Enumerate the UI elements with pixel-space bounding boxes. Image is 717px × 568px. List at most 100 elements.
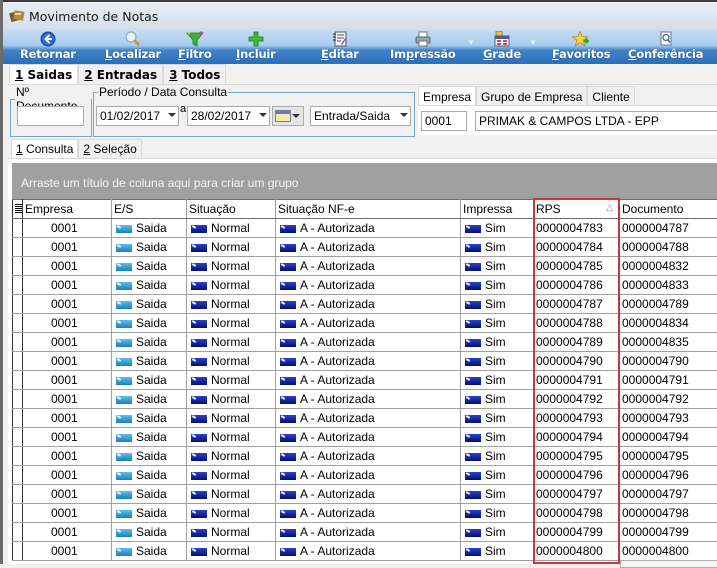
cell-situacao[interactable]: Normal <box>187 314 276 333</box>
cell-impressa[interactable]: Sim <box>461 314 534 333</box>
cell-empresa[interactable]: 0001 <box>23 542 112 561</box>
cell-situacao-nfe[interactable]: A - Autorizada <box>276 333 461 352</box>
cell-situacao-nfe[interactable]: A - Autorizada <box>276 314 461 333</box>
row-indicator[interactable] <box>13 466 23 485</box>
cell-empresa[interactable]: 0001 <box>23 257 112 276</box>
cell-situacao[interactable]: Normal <box>187 371 276 390</box>
more-toolbar-button[interactable]: I <box>713 30 717 64</box>
empresa-code-input[interactable] <box>421 111 467 131</box>
cell-impressa[interactable]: Sim <box>461 542 534 561</box>
favoritos-button[interactable]: Favoritos <box>552 30 610 64</box>
cell-documento[interactable]: 0000004789 <box>620 295 717 314</box>
cell-es[interactable]: Saida <box>112 447 187 466</box>
row-indicator[interactable] <box>13 504 23 523</box>
cell-impressa[interactable]: Sim <box>461 295 534 314</box>
grade-button[interactable]: Grade <box>483 30 521 64</box>
cell-rps[interactable]: 0000004796 <box>534 466 620 485</box>
cell-impressa[interactable]: Sim <box>461 390 534 409</box>
row-indicator[interactable] <box>13 333 23 352</box>
cell-empresa[interactable]: 0001 <box>23 390 112 409</box>
table-row[interactable]: 0001SaidaNormalA - AutorizadaSim00000047… <box>13 447 717 466</box>
column-header-impressa[interactable]: Impressa <box>461 200 534 219</box>
cell-empresa[interactable]: 0001 <box>23 409 112 428</box>
cell-empresa[interactable]: 0001 <box>23 219 112 238</box>
cell-empresa[interactable]: 0001 <box>23 276 112 295</box>
cell-empresa[interactable]: 0001 <box>23 428 112 447</box>
cell-documento[interactable]: 0000004793 <box>620 409 717 428</box>
cell-situacao[interactable]: Normal <box>187 409 276 428</box>
cell-documento[interactable]: 0000004834 <box>620 314 717 333</box>
column-header-rps[interactable]: RPS△ <box>534 200 620 219</box>
cell-impressa[interactable]: Sim <box>461 466 534 485</box>
row-indicator[interactable] <box>13 314 23 333</box>
column-header-situacao[interactable]: Situação <box>187 200 276 219</box>
cell-empresa[interactable]: 0001 <box>23 466 112 485</box>
cell-situacao-nfe[interactable]: A - Autorizada <box>276 466 461 485</box>
cell-impressa[interactable]: Sim <box>461 238 534 257</box>
cell-situacao-nfe[interactable]: A - Autorizada <box>276 371 461 390</box>
cell-documento[interactable]: 0000004798 <box>620 504 717 523</box>
tipo-select[interactable]: Entrada/Saida <box>310 106 411 126</box>
column-header-empresa[interactable]: Empresa <box>23 200 112 219</box>
cell-situacao[interactable]: Normal <box>187 504 276 523</box>
cell-rps[interactable]: 0000004800 <box>534 542 620 561</box>
row-indicator[interactable] <box>13 447 23 466</box>
tab-cliente[interactable]: Cliente <box>587 86 634 106</box>
cell-rps[interactable]: 0000004786 <box>534 276 620 295</box>
cell-rps[interactable]: 0000004787 <box>534 295 620 314</box>
tab-saidas[interactable]: 1 Saidas <box>9 64 78 84</box>
table-row[interactable]: 0001SaidaNormalA - AutorizadaSim00000047… <box>13 276 717 295</box>
row-indicator[interactable] <box>13 276 23 295</box>
cell-empresa[interactable]: 0001 <box>23 295 112 314</box>
cell-situacao-nfe[interactable]: A - Autorizada <box>276 276 461 295</box>
cell-es[interactable]: Saida <box>112 238 187 257</box>
table-row[interactable]: 0001SaidaNormalA - AutorizadaSim00000047… <box>13 352 717 371</box>
table-row[interactable]: 0001SaidaNormalA - AutorizadaSim00000047… <box>13 295 717 314</box>
cell-documento[interactable]: 0000004787 <box>620 219 717 238</box>
editar-button[interactable]: Editar <box>321 30 359 64</box>
table-row[interactable]: 0001SaidaNormalA - AutorizadaSim00000047… <box>13 238 717 257</box>
cell-documento[interactable]: 0000004832 <box>620 257 717 276</box>
cell-situacao-nfe[interactable]: A - Autorizada <box>276 390 461 409</box>
table-row[interactable]: 0001SaidaNormalA - AutorizadaSim00000047… <box>13 333 717 352</box>
tab-todos[interactable]: 3 Todos <box>163 64 226 84</box>
cell-documento[interactable]: 0000004800 <box>620 542 717 561</box>
cell-documento[interactable]: 0000004790 <box>620 352 717 371</box>
row-indicator[interactable] <box>13 219 23 238</box>
cell-empresa[interactable]: 0001 <box>23 523 112 542</box>
cell-situacao[interactable]: Normal <box>187 276 276 295</box>
cell-rps[interactable]: 0000004792 <box>534 390 620 409</box>
cell-es[interactable]: Saida <box>112 485 187 504</box>
cell-situacao-nfe[interactable]: A - Autorizada <box>276 352 461 371</box>
date-to-picker[interactable]: 28/02/2017 <box>187 106 270 126</box>
column-header-situacao-nfe[interactable]: Situação NF-e <box>276 200 461 219</box>
cell-situacao-nfe[interactable]: A - Autorizada <box>276 428 461 447</box>
cell-situacao-nfe[interactable]: A - Autorizada <box>276 409 461 428</box>
cell-rps[interactable]: 0000004790 <box>534 352 620 371</box>
calendar-button[interactable] <box>272 106 304 126</box>
row-indicator[interactable] <box>13 295 23 314</box>
cell-situacao-nfe[interactable]: A - Autorizada <box>276 485 461 504</box>
cell-es[interactable]: Saida <box>112 466 187 485</box>
table-row[interactable]: 0001SaidaNormalA - AutorizadaSim00000047… <box>13 257 717 276</box>
cell-situacao[interactable]: Normal <box>187 428 276 447</box>
cell-rps[interactable]: 0000004789 <box>534 333 620 352</box>
cell-situacao[interactable]: Normal <box>187 238 276 257</box>
cell-empresa[interactable]: 0001 <box>23 485 112 504</box>
cell-situacao[interactable]: Normal <box>187 295 276 314</box>
row-indicator[interactable] <box>13 390 23 409</box>
column-header-documento[interactable]: Documento <box>620 200 717 219</box>
cell-impressa[interactable]: Sim <box>461 447 534 466</box>
tab-entradas[interactable]: 2 Entradas <box>78 64 163 84</box>
cell-documento[interactable]: 0000004792 <box>620 390 717 409</box>
cell-situacao[interactable]: Normal <box>187 542 276 561</box>
cell-documento[interactable]: 0000004794 <box>620 428 717 447</box>
cell-rps[interactable]: 0000004798 <box>534 504 620 523</box>
table-row[interactable]: 0001SaidaNormalA - AutorizadaSim00000047… <box>13 409 717 428</box>
cell-situacao[interactable]: Normal <box>187 352 276 371</box>
cell-rps[interactable]: 0000004785 <box>534 257 620 276</box>
filtro-button[interactable]: Filtro <box>178 30 212 64</box>
table-row[interactable]: 0001SaidaNormalA - AutorizadaSim00000047… <box>13 314 717 333</box>
chevron-down-icon[interactable] <box>400 113 408 117</box>
table-row[interactable]: 0001SaidaNormalA - AutorizadaSim00000048… <box>13 542 717 561</box>
